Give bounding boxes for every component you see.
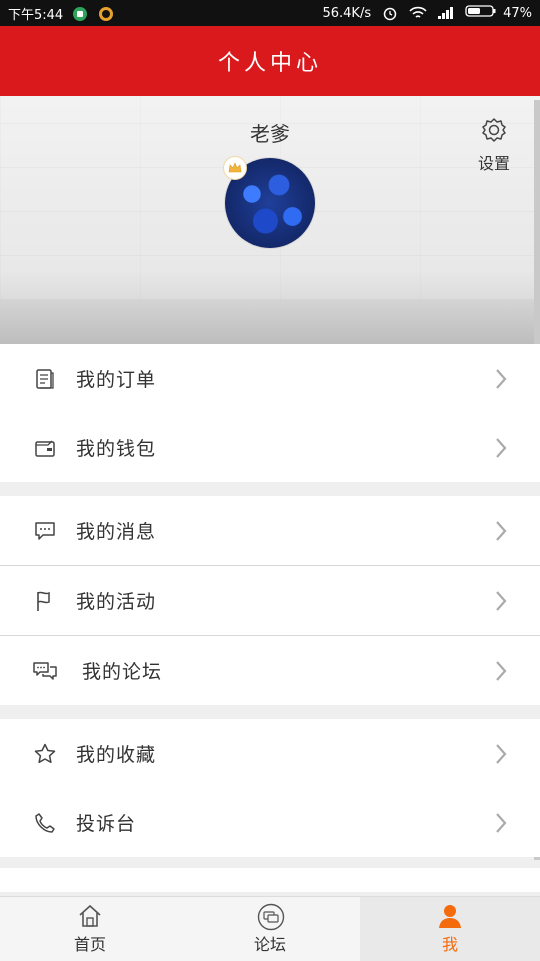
tab-label: 论坛 <box>253 935 286 954</box>
status-bar: 下午5:44 56.4K/s 47% <box>0 0 540 26</box>
flag-icon <box>32 588 58 614</box>
menu-item-complaints[interactable]: 投诉台 <box>0 788 540 857</box>
wifi-icon <box>409 4 427 22</box>
crown-icon <box>223 156 247 180</box>
tab-home[interactable]: 首页 <box>0 897 180 961</box>
tab-me[interactable]: 我 <box>360 897 540 961</box>
chevron-right-icon <box>494 437 508 459</box>
chevron-right-icon <box>494 660 508 682</box>
home-icon <box>77 903 103 929</box>
menu-item-label: 我的活动 <box>76 591 157 613</box>
bottom-nav: 首页 论坛 我 <box>0 896 540 961</box>
menu-item-label: 投诉台 <box>76 813 137 835</box>
menu-item-orders[interactable]: 我的订单 <box>0 344 540 413</box>
order-icon <box>32 366 58 392</box>
menu-group-1: 我的订单 我的钱包 <box>0 344 540 482</box>
settings-label: 设置 <box>477 154 510 173</box>
user-icon <box>437 903 463 929</box>
gear-icon <box>480 116 508 148</box>
menu-item-label: 我的钱包 <box>76 438 157 460</box>
forum-icon <box>32 658 58 684</box>
page-title: 个人中心 <box>217 51 322 76</box>
star-icon <box>32 741 58 767</box>
chevron-right-icon <box>494 368 508 390</box>
menu-group-3: 我的收藏 投诉台 <box>0 719 540 857</box>
tab-label: 我 <box>441 935 458 954</box>
menu-item-wallet[interactable]: 我的钱包 <box>0 413 540 482</box>
section-gap <box>0 705 540 719</box>
app-notification-icon <box>71 5 89 23</box>
alarm-icon <box>381 4 399 22</box>
bottom-spacer <box>0 868 540 892</box>
menu-item-label: 我的订单 <box>76 369 157 391</box>
username: 老爹 <box>250 122 290 146</box>
phone-icon <box>32 810 58 836</box>
menu-item-label: 我的消息 <box>76 521 157 543</box>
chevron-right-icon <box>494 743 508 765</box>
section-gap <box>0 482 540 496</box>
menu-item-favorites[interactable]: 我的收藏 <box>0 719 540 788</box>
settings-button[interactable]: 设置 <box>470 116 518 173</box>
profile-header: 老爹 设置 <box>0 96 540 344</box>
title-bar: 个人中心 <box>0 26 540 96</box>
menu-item-label: 我的收藏 <box>76 744 157 766</box>
message-icon <box>32 518 58 544</box>
forum-tab-icon <box>257 903 285 931</box>
battery-icon <box>465 4 497 22</box>
chevron-right-icon <box>494 590 508 612</box>
profile-background-floor <box>0 300 540 344</box>
signal-icon <box>437 4 455 22</box>
chevron-right-icon <box>494 812 508 834</box>
network-speed: 56.4K/s <box>322 5 372 21</box>
menu-item-messages[interactable]: 我的消息 <box>0 496 540 565</box>
menu-list: 我的订单 我的钱包 我的消息 我的活动 我的论坛 我的收藏 投诉台 <box>0 344 540 857</box>
menu-item-label: 我的论坛 <box>82 661 163 683</box>
status-time: 下午5:44 <box>8 8 64 23</box>
menu-item-forum[interactable]: 我的论坛 <box>0 636 540 705</box>
weibo-notification-icon <box>97 5 115 23</box>
menu-item-activities[interactable]: 我的活动 <box>0 566 540 635</box>
battery-percent: 47% <box>503 5 532 21</box>
menu-group-2: 我的消息 我的活动 我的论坛 <box>0 496 540 705</box>
tab-label: 首页 <box>73 935 106 954</box>
wallet-icon <box>32 435 58 461</box>
chevron-right-icon <box>494 520 508 542</box>
tab-forum[interactable]: 论坛 <box>180 897 360 961</box>
